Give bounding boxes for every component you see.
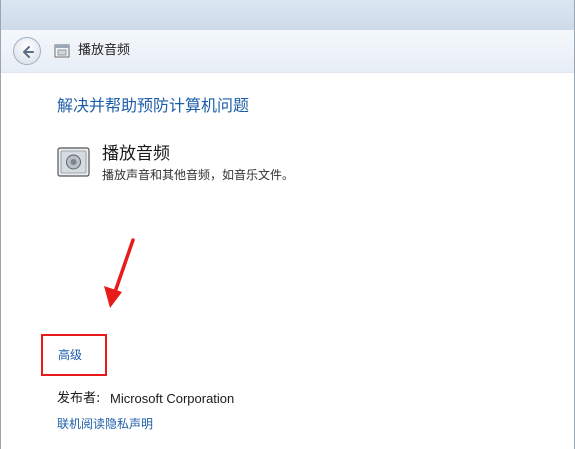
- page-heading: 解决并帮助预防计算机问题: [57, 96, 250, 115]
- publisher-label: 发布者:: [57, 391, 101, 406]
- nav-title: 播放音频: [78, 43, 131, 58]
- advanced-link[interactable]: 高级: [58, 347, 82, 363]
- red-arrow-icon: [104, 238, 135, 308]
- speaker-icon: [57, 147, 90, 177]
- troubleshoot-window-icon: [54, 44, 70, 58]
- task-description: 播放声音和其他音频，如音乐文件。: [102, 168, 295, 182]
- troubleshooter-window: 播放音频 解决并帮助预防计算机问题 播放音频 播放声音和其他音频，如音乐文件。 …: [0, 0, 575, 449]
- navigation-bar: 播放音频: [1, 30, 574, 73]
- back-button[interactable]: [13, 37, 41, 65]
- back-arrow-icon: [23, 46, 34, 58]
- task-title: 播放音频: [102, 144, 170, 164]
- publisher-value: Microsoft Corporation: [110, 391, 235, 406]
- privacy-statement-link[interactable]: 联机阅读隐私声明: [57, 416, 153, 432]
- window-title-strip: [1, 0, 574, 30]
